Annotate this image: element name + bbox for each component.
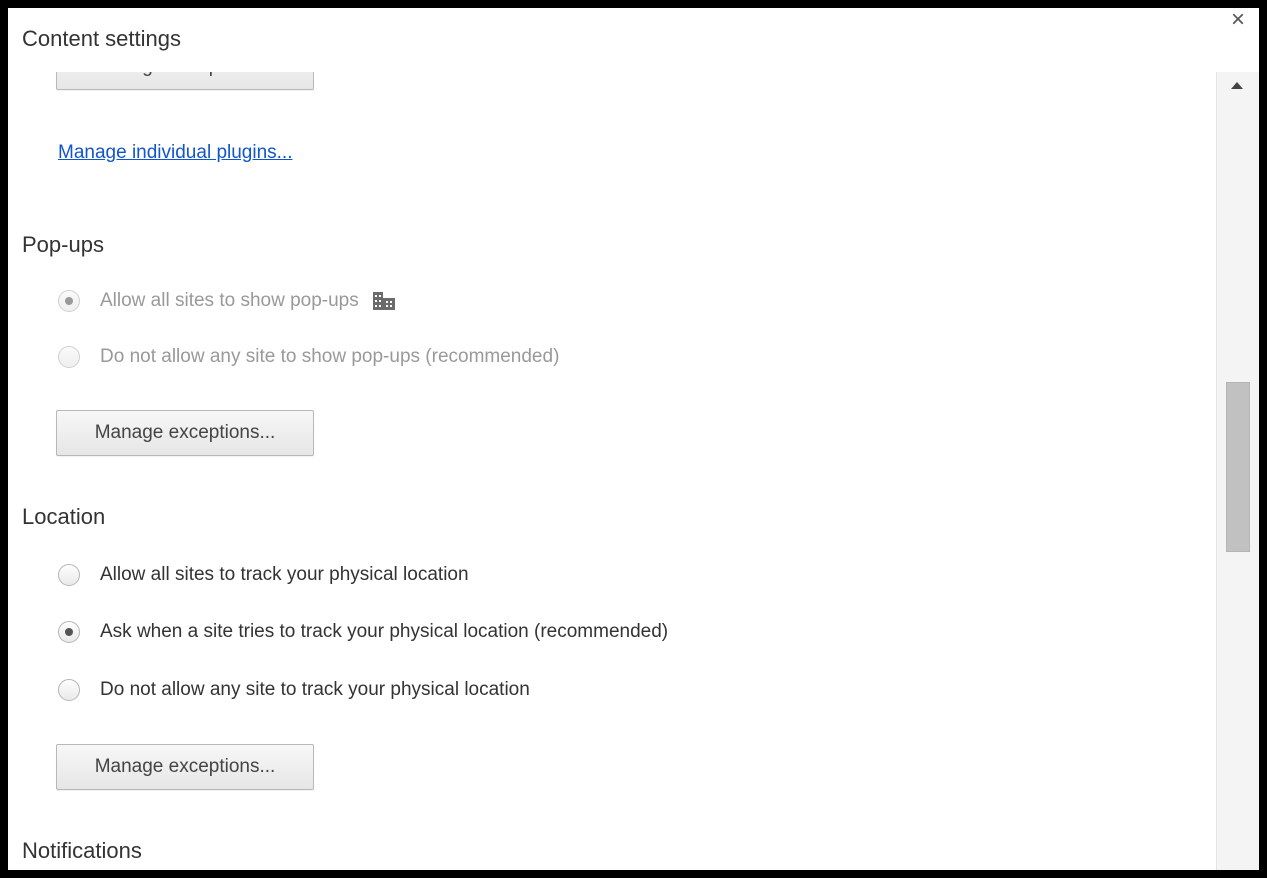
popups-option-allow[interactable]: Allow all sites to show pop-ups xyxy=(58,286,395,316)
dialog-title: Content settings xyxy=(22,26,181,51)
location-ask-radio[interactable] xyxy=(58,621,80,643)
location-heading: Location xyxy=(22,504,106,529)
popups-manage-exceptions-button[interactable]: Manage exceptions... xyxy=(56,410,314,456)
close-icon[interactable]: × xyxy=(1231,8,1245,32)
scrollbar-thumb[interactable] xyxy=(1226,382,1250,552)
popups-heading: Pop-ups xyxy=(22,232,104,257)
popups-block-radio[interactable] xyxy=(58,346,80,368)
window-frame: Content settings × Manage exceptions... … xyxy=(0,0,1267,878)
notifications-heading: Notifications xyxy=(22,838,142,863)
location-option-ask[interactable]: Ask when a site tries to track your phys… xyxy=(58,617,668,647)
location-ask-label: Ask when a site tries to track your phys… xyxy=(100,621,669,642)
location-allow-radio[interactable] xyxy=(58,564,80,586)
settings-scroll-area: Manage exceptions... Manage individual p… xyxy=(8,72,1217,870)
popups-allow-label: Allow all sites to show pop-ups xyxy=(100,290,359,311)
managed-by-policy-icon xyxy=(372,292,395,310)
vertical-scrollbar[interactable] xyxy=(1216,72,1259,870)
location-option-allow[interactable]: Allow all sites to track your physical l… xyxy=(58,560,469,590)
content-settings-dialog: Content settings × Manage exceptions... … xyxy=(8,8,1259,870)
manage-individual-plugins-link[interactable]: Manage individual plugins... xyxy=(58,142,293,164)
plugins-manage-exceptions-button[interactable]: Manage exceptions... xyxy=(56,72,314,90)
scroll-up-arrow-icon[interactable] xyxy=(1231,82,1243,89)
location-block-label: Do not allow any site to track your phys… xyxy=(100,679,530,700)
location-allow-label: Allow all sites to track your physical l… xyxy=(100,564,469,585)
popups-allow-radio[interactable] xyxy=(58,290,80,312)
popups-option-block[interactable]: Do not allow any site to show pop-ups (r… xyxy=(58,342,559,372)
location-option-block[interactable]: Do not allow any site to track your phys… xyxy=(58,675,530,705)
location-block-radio[interactable] xyxy=(58,679,80,701)
popups-block-label: Do not allow any site to show pop-ups (r… xyxy=(100,346,560,367)
location-manage-exceptions-button[interactable]: Manage exceptions... xyxy=(56,744,314,790)
